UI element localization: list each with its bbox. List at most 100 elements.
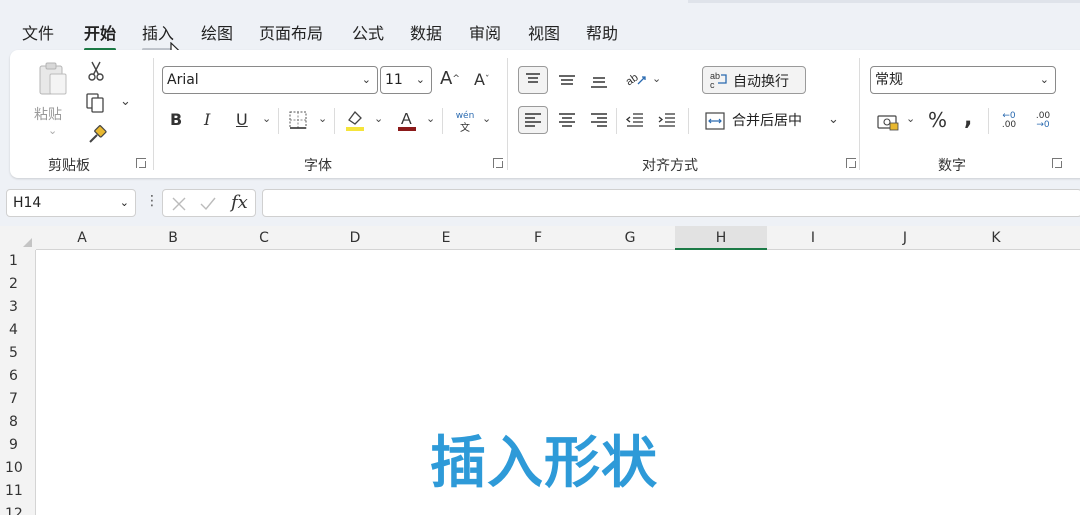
percent-style-icon[interactable]: % [928, 108, 947, 132]
insert-function-icon[interactable]: fx [231, 192, 248, 213]
row-header[interactable]: 6 [0, 365, 36, 388]
group-divider [859, 58, 860, 170]
increase-indent-icon[interactable] [656, 110, 678, 132]
row-header[interactable]: 7 [0, 388, 36, 411]
phonetic-guide-icon[interactable]: wén 文 [452, 108, 478, 134]
align-center-icon[interactable] [556, 110, 578, 132]
number-launcher-icon[interactable] [1052, 158, 1062, 168]
name-box[interactable]: H14 ⌄ [6, 189, 136, 217]
bold-icon[interactable]: B [170, 110, 182, 129]
column-header[interactable]: I [767, 226, 859, 250]
increase-decimal-icon[interactable]: ←0.00 [996, 108, 1022, 134]
copy-dropdown-icon[interactable]: ⌄ [120, 94, 131, 109]
column-header[interactable]: E [400, 226, 492, 250]
tab-draw[interactable]: 绘图 [201, 20, 233, 44]
comma-style-icon[interactable]: , [964, 106, 972, 131]
font-size-select[interactable]: 11 ⌄ [380, 66, 432, 94]
column-header[interactable]: B [127, 226, 219, 250]
borders-dropdown-icon[interactable]: ⌄ [318, 112, 327, 125]
row-header[interactable]: 10 [0, 457, 36, 480]
row-header[interactable]: 4 [0, 319, 36, 342]
cut-icon[interactable] [86, 60, 106, 82]
fill-color-icon[interactable] [344, 108, 366, 132]
paste-label[interactable]: 粘贴 [34, 104, 62, 124]
clipboard-launcher-icon[interactable] [136, 158, 146, 168]
wrap-text-button[interactable]: ab c 自动换行 [702, 66, 806, 94]
font-color-icon[interactable]: A [396, 108, 418, 132]
font-launcher-icon[interactable] [493, 158, 503, 168]
decrease-font-size-icon[interactable]: Aˇ [474, 70, 489, 89]
row-header[interactable]: 5 [0, 342, 36, 365]
tab-view[interactable]: 视图 [528, 20, 560, 44]
row-header[interactable]: 8 [0, 411, 36, 434]
column-header[interactable]: C [218, 226, 310, 250]
select-all-button[interactable] [0, 226, 36, 250]
row-header[interactable]: 2 [0, 273, 36, 296]
decrease-indent-icon[interactable] [624, 110, 646, 132]
paste-dropdown-icon[interactable]: ⌄ [48, 124, 57, 137]
phonetic-dropdown-icon[interactable]: ⌄ [482, 112, 491, 125]
accounting-dropdown-icon[interactable]: ⌄ [906, 112, 915, 125]
tab-file[interactable]: 文件 [22, 20, 54, 44]
group-divider [507, 58, 508, 170]
column-header-selected[interactable]: H [675, 226, 767, 250]
merge-center-label[interactable]: 合并后居中 [732, 110, 802, 130]
enter-check-icon[interactable] [199, 196, 217, 212]
decrease-decimal-icon[interactable]: .00 →0 [1030, 108, 1056, 134]
font-color-dropdown-icon[interactable]: ⌄ [426, 112, 435, 125]
chevron-down-icon: ⌄ [415, 73, 425, 86]
divider [616, 108, 617, 134]
column-header[interactable]: K [950, 226, 1042, 250]
svg-text:ab: ab [624, 72, 641, 89]
divider [688, 108, 689, 134]
format-painter-icon[interactable] [86, 124, 108, 146]
italic-icon[interactable]: I [204, 110, 210, 129]
number-format-select[interactable]: 常规 ⌄ [870, 66, 1056, 94]
formula-input[interactable] [262, 189, 1080, 217]
underline-icon[interactable]: U [236, 110, 248, 129]
merge-dropdown-icon[interactable]: ⌄ [828, 112, 839, 127]
more-options-icon[interactable]: ⋮ [145, 193, 159, 209]
tab-home[interactable]: 开始 [84, 20, 117, 51]
tab-formulas[interactable]: 公式 [352, 20, 384, 44]
increase-font-size-icon[interactable]: A ^ [440, 68, 460, 89]
fill-color-dropdown-icon[interactable]: ⌄ [374, 112, 383, 125]
tab-help[interactable]: 帮助 [586, 20, 618, 44]
borders-icon[interactable] [288, 110, 308, 130]
alignment-launcher-icon[interactable] [846, 158, 856, 168]
ribbon: 粘贴 ⌄ ⌄ 剪贴板 Arial ⌄ 11 ⌄ A ^ Aˇ B I U ⌄ ⌄… [10, 50, 1080, 178]
merge-center-icon[interactable] [704, 110, 726, 132]
cancel-icon[interactable] [171, 196, 187, 212]
underline-dropdown-icon[interactable]: ⌄ [262, 112, 271, 125]
top-align-button[interactable] [518, 66, 548, 94]
menu-bar: 文件 开始 插入 绘图 页面布局 公式 数据 审阅 视图 帮助 [0, 0, 1080, 65]
title-bar-edge [688, 0, 1080, 3]
accounting-format-icon[interactable] [876, 112, 900, 132]
column-header[interactable]: F [492, 226, 584, 250]
font-family-select[interactable]: Arial ⌄ [162, 66, 378, 94]
row-header[interactable]: 12 [0, 503, 36, 515]
orientation-dropdown-icon[interactable]: ⌄ [652, 72, 661, 85]
column-header[interactable]: J [859, 226, 951, 250]
align-right-icon[interactable] [588, 110, 610, 132]
divider [442, 108, 443, 134]
row-header[interactable]: 3 [0, 296, 36, 319]
tab-insert[interactable]: 插入 [142, 20, 175, 51]
row-header[interactable]: 11 [0, 480, 36, 503]
align-left-button[interactable] [518, 106, 548, 134]
row-header[interactable]: 1 [0, 250, 36, 273]
column-header[interactable]: G [584, 226, 676, 250]
align-bottom-icon[interactable] [588, 70, 610, 90]
tab-review[interactable]: 审阅 [469, 20, 501, 44]
column-header[interactable]: D [309, 226, 401, 250]
spreadsheet-grid[interactable]: A B C D E F G H I J K 1 2 3 4 5 6 7 8 9 … [0, 226, 1080, 515]
copy-icon[interactable] [84, 92, 106, 114]
tab-page-layout[interactable]: 页面布局 [259, 20, 323, 44]
paste-icon[interactable] [34, 60, 72, 98]
column-header[interactable]: A [36, 226, 128, 250]
tab-data[interactable]: 数据 [410, 20, 442, 44]
orientation-icon[interactable]: ab [624, 68, 648, 90]
alignment-group-label: 对齐方式 [642, 158, 698, 174]
row-header[interactable]: 9 [0, 434, 36, 457]
align-middle-icon[interactable] [556, 70, 578, 90]
